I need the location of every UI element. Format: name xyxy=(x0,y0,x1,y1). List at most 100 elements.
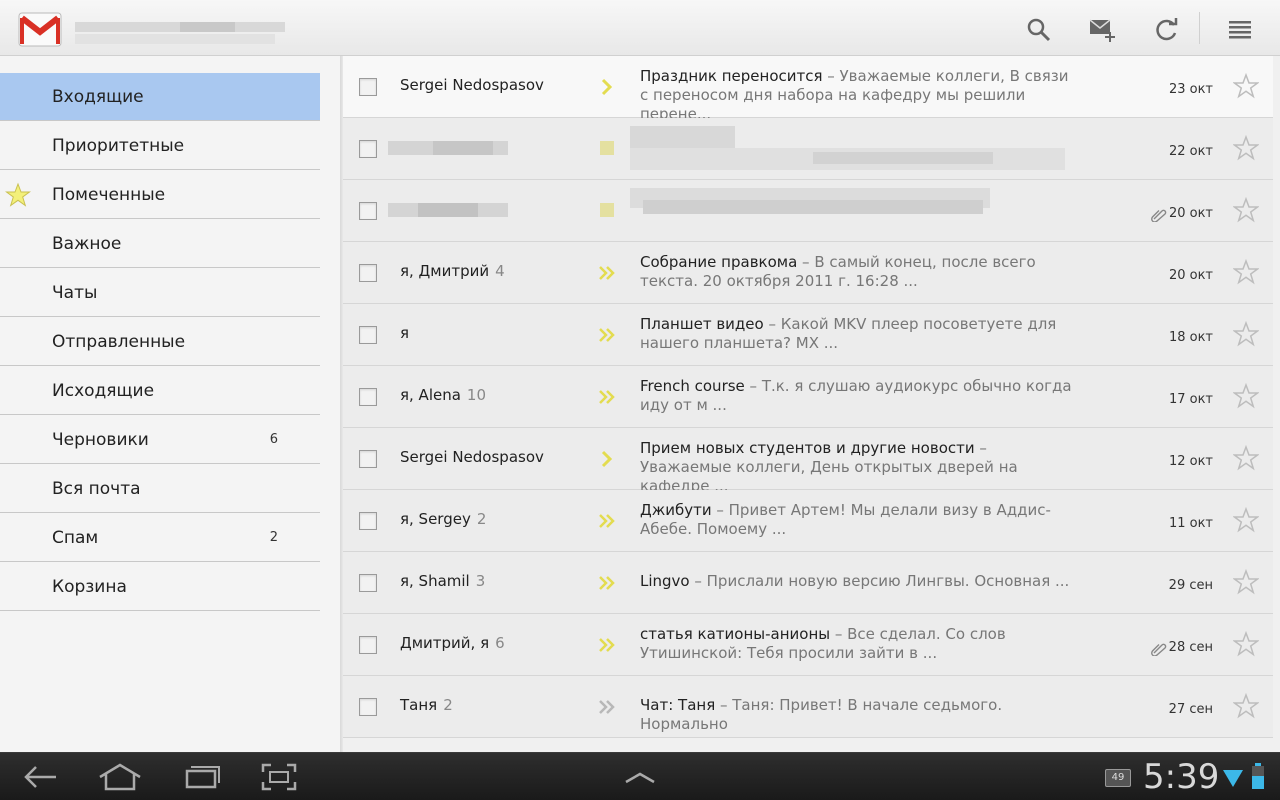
message-row-redacted[interactable]: 22 окт xyxy=(343,118,1273,180)
menu-icon xyxy=(1229,21,1251,39)
star-outline-icon[interactable] xyxy=(1233,321,1259,347)
star-outline-icon[interactable] xyxy=(1233,73,1259,99)
attachment-icon xyxy=(1151,209,1167,222)
sidebar-item-count: 2 xyxy=(269,530,278,545)
search-icon xyxy=(1027,18,1051,42)
star-outline-icon[interactable] xyxy=(1233,197,1259,223)
message-sender: Sergei Nedospasov xyxy=(400,76,544,94)
sidebar-item-spam[interactable]: Спам 2 xyxy=(0,514,320,562)
select-checkbox[interactable] xyxy=(359,636,377,654)
screenshot-button[interactable] xyxy=(257,761,301,793)
importance-marker-icon[interactable] xyxy=(598,78,616,96)
message-subject: Lingvo xyxy=(640,572,690,590)
overflow-menu-button[interactable] xyxy=(1222,12,1258,48)
importance-marker-icon[interactable] xyxy=(598,450,616,468)
message-row[interactable]: Таня 2 Чат: Таня – Таня: Привет! В начале… xyxy=(343,676,1273,738)
thread-count: 2 xyxy=(476,510,487,528)
recent-apps-button[interactable] xyxy=(179,761,223,793)
select-checkbox[interactable] xyxy=(359,202,377,220)
home-button[interactable] xyxy=(98,761,142,793)
importance-marker-icon[interactable] xyxy=(600,203,614,217)
thread-count: 3 xyxy=(475,572,486,590)
message-row[interactable]: я, Дмитрий 4 Собрание правкома – В самый … xyxy=(343,242,1273,304)
search-button[interactable] xyxy=(1021,12,1057,48)
thread-count: 2 xyxy=(443,696,453,714)
message-date: 29 сен xyxy=(1168,578,1213,593)
importance-marker-icon[interactable] xyxy=(598,326,616,344)
message-date: 17 окт xyxy=(1168,392,1213,407)
star-outline-icon[interactable] xyxy=(1233,135,1259,161)
sidebar-item-sent[interactable]: Отправленные xyxy=(0,318,320,366)
message-date: 11 окт xyxy=(1168,516,1213,531)
message-preview: Чат: Таня – Таня: Привет! В начале седьм… xyxy=(640,696,1080,734)
message-sender: я xyxy=(400,324,410,342)
sidebar-item-label: Корзина xyxy=(52,576,127,597)
sidebar-item-priority[interactable]: Приоритетные xyxy=(0,122,320,170)
sidebar-item-label: Помеченные xyxy=(52,184,166,205)
message-preview: French course – Т.к. я слушаю аудиокурс … xyxy=(640,377,1080,415)
importance-marker-icon[interactable] xyxy=(598,698,616,716)
select-checkbox[interactable] xyxy=(359,450,377,468)
sidebar-item-label: Вся почта xyxy=(52,478,141,499)
sidebar-item-starred[interactable]: Помеченные xyxy=(0,171,320,219)
sidebar-item-label: Чаты xyxy=(52,282,98,303)
star-outline-icon[interactable] xyxy=(1233,507,1259,533)
compose-button[interactable] xyxy=(1085,12,1121,48)
select-checkbox[interactable] xyxy=(359,140,377,158)
star-outline-icon[interactable] xyxy=(1233,569,1259,595)
status-clock[interactable]: 5:39 xyxy=(1143,757,1219,797)
sidebar-item-chats[interactable]: Чаты xyxy=(0,269,320,317)
select-checkbox[interactable] xyxy=(359,388,377,406)
message-row[interactable]: Sergei Nedospasov Праздник переносится –… xyxy=(343,56,1273,123)
message-date: 20 окт xyxy=(1168,206,1213,221)
star-outline-icon[interactable] xyxy=(1233,693,1259,719)
system-navigation-bar: 49 5:39 xyxy=(0,752,1280,800)
select-checkbox[interactable] xyxy=(359,78,377,96)
select-checkbox[interactable] xyxy=(359,326,377,344)
star-outline-icon[interactable] xyxy=(1233,445,1259,471)
compose-icon xyxy=(1089,19,1115,42)
sidebar-item-all-mail[interactable]: Вся почта xyxy=(0,465,320,513)
message-row[interactable]: Дмитрий, я6 статья катионы-анионы – Все … xyxy=(343,614,1273,676)
message-subject: Собрание правкома xyxy=(640,253,798,271)
sidebar-item-label: Спам xyxy=(52,527,99,548)
sidebar-item-label: Отправленные xyxy=(52,331,186,352)
select-checkbox[interactable] xyxy=(359,574,377,592)
importance-marker-icon[interactable] xyxy=(598,264,616,282)
message-row[interactable]: я, Sergey 2 Джибути – Привет Артем! Мы де… xyxy=(343,490,1273,552)
message-row[interactable]: Sergei Nedospasov Прием новых студентов … xyxy=(343,428,1273,495)
message-preview: Прием новых студентов и другие новости –… xyxy=(640,439,1080,496)
importance-marker-icon[interactable] xyxy=(598,636,616,654)
sidebar-item-important[interactable]: Важное xyxy=(0,220,320,268)
sidebar-item-outbox[interactable]: Исходящие xyxy=(0,367,320,415)
star-outline-icon[interactable] xyxy=(1233,383,1259,409)
app-menu-button[interactable] xyxy=(618,761,662,793)
select-checkbox[interactable] xyxy=(359,512,377,530)
star-outline-icon[interactable] xyxy=(1233,631,1259,657)
importance-marker-icon[interactable] xyxy=(600,141,614,155)
star-outline-icon[interactable] xyxy=(1233,259,1259,285)
notification-badge[interactable]: 49 xyxy=(1105,769,1131,787)
top-action-bar xyxy=(0,0,1280,56)
message-preview: Праздник переносится – Уважаемые коллеги… xyxy=(640,67,1080,124)
importance-marker-icon[interactable] xyxy=(598,388,616,406)
sidebar-item-label: Черновики xyxy=(52,429,149,450)
account-name-blurred[interactable] xyxy=(75,20,285,48)
message-subject: статья катионы-анионы xyxy=(640,625,831,643)
message-row-redacted[interactable]: 20 окт xyxy=(343,180,1273,242)
message-sender: я, Shamil 3 xyxy=(400,572,486,590)
message-row[interactable]: я, Shamil 3 Lingvo – Прислали новую верси… xyxy=(343,552,1273,614)
label-sidebar: Входящие Приоритетные Помеченные Важное … xyxy=(0,56,340,752)
sidebar-item-inbox[interactable]: Входящие xyxy=(0,73,320,121)
importance-marker-icon[interactable] xyxy=(598,574,616,592)
sidebar-item-drafts[interactable]: Черновики 6 xyxy=(0,416,320,464)
back-icon xyxy=(24,766,56,788)
sidebar-item-trash[interactable]: Корзина xyxy=(0,563,320,611)
select-checkbox[interactable] xyxy=(359,698,377,716)
select-checkbox[interactable] xyxy=(359,264,377,282)
refresh-button[interactable] xyxy=(1149,12,1185,48)
importance-marker-icon[interactable] xyxy=(598,512,616,530)
message-row[interactable]: я, Alena 10 French course – Т.к. я слушаю… xyxy=(343,366,1273,428)
back-button[interactable] xyxy=(18,761,62,793)
message-row[interactable]: я Планшет видео – Какой MKV плеер посове… xyxy=(343,304,1273,366)
